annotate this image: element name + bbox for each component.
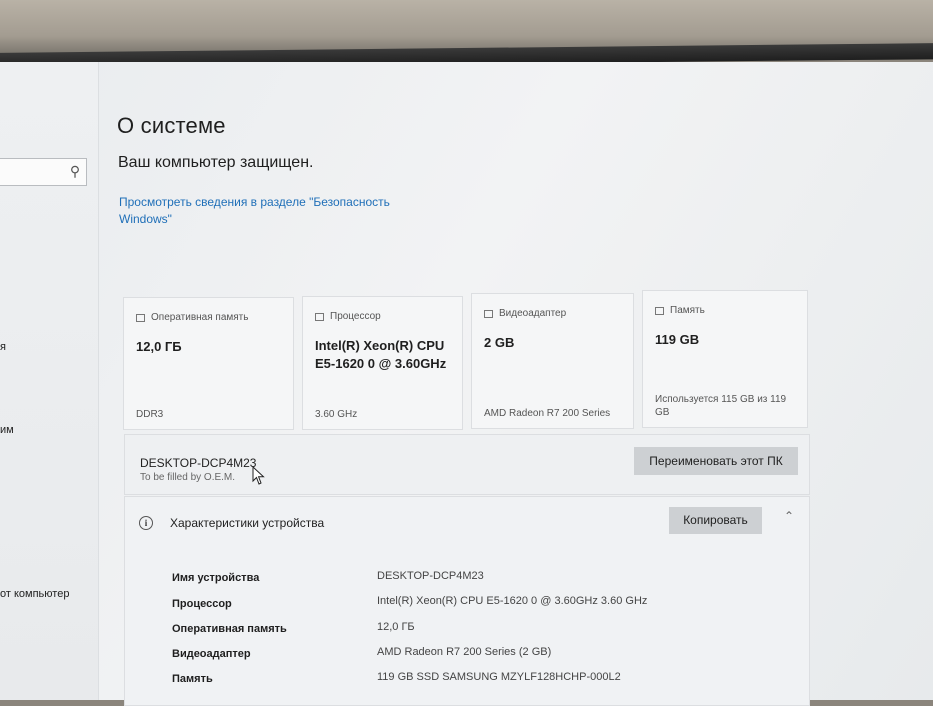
gpu-card-foot: AMD Radeon R7 200 Series xyxy=(484,408,611,419)
cpu-card-value: Intel(R) Xeon(R) CPU E5-1620 0 @ 3.60GHz xyxy=(315,338,447,371)
storage-icon xyxy=(655,306,664,315)
security-link[interactable]: Просмотреть сведения в разделе "Безопасн… xyxy=(119,194,419,228)
info-icon: i xyxy=(139,516,153,530)
spec-label: Процессор xyxy=(172,598,232,610)
gpu-card-heading: Видеоадаптер xyxy=(499,308,567,319)
spec-label: Оперативная память xyxy=(172,623,287,635)
ram-card: Оперативная память 12,0 ГБ DDR3 xyxy=(123,297,294,430)
cpu-icon xyxy=(315,312,324,321)
ram-card-header: Оперативная память xyxy=(136,312,248,323)
sidebar-item-about[interactable]: от компьютер xyxy=(0,588,69,600)
storage-card-header: Память xyxy=(655,305,705,316)
ram-card-foot: DDR3 xyxy=(136,409,164,420)
gpu-card-value: 2 GB xyxy=(484,335,515,350)
spec-label: Память xyxy=(172,673,213,685)
copy-button[interactable]: Копировать xyxy=(669,507,762,534)
spec-value: AMD Radeon R7 200 Series (2 GB) xyxy=(377,646,552,658)
sidebar-item[interactable]: я xyxy=(0,341,6,353)
oem-text: To be filled by O.E.M. xyxy=(140,472,236,483)
storage-card-foot: Используется 115 GB из 119 GB xyxy=(655,394,787,418)
sidebar-item[interactable]: им xyxy=(0,424,14,436)
cpu-card: Процессор Intel(R) Xeon(R) CPU E5-1620 0… xyxy=(302,296,463,430)
chevron-up-icon[interactable]: ⌃ xyxy=(782,509,796,523)
storage-card: Память 119 GB Используется 115 GB из 119… xyxy=(642,290,808,428)
search-icon[interactable]: ⚲ xyxy=(66,162,84,180)
gpu-card: Видеоадаптер 2 GB AMD Radeon R7 200 Seri… xyxy=(471,293,634,429)
mouse-cursor-icon xyxy=(252,466,265,485)
display-icon xyxy=(484,309,493,318)
pc-name: DESKTOP-DCP4M23 xyxy=(140,456,257,470)
ram-card-value: 12,0 ГБ xyxy=(136,339,182,354)
spec-value: 12,0 ГБ xyxy=(377,621,415,633)
spec-value: DESKTOP-DCP4M23 xyxy=(377,570,484,582)
device-specs-title: Характеристики устройства xyxy=(170,516,325,530)
spec-label: Видеоадаптер xyxy=(172,648,251,660)
cpu-card-heading: Процессор xyxy=(330,311,381,322)
spec-label: Имя устройства xyxy=(172,572,260,584)
spec-value: 119 GB SSD SAMSUNG MZYLF128HCHP-000L2 xyxy=(377,671,621,683)
protection-status: Ваш компьютер защищен. xyxy=(118,154,314,171)
spec-value: Intel(R) Xeon(R) CPU E5-1620 0 @ 3.60GHz… xyxy=(377,595,648,607)
cpu-card-header: Процессор xyxy=(315,311,381,322)
page-title: О системе xyxy=(117,113,226,138)
storage-card-value: 119 GB xyxy=(655,332,700,347)
storage-card-heading: Память xyxy=(670,305,705,316)
cpu-card-foot: 3.60 GHz xyxy=(315,409,358,420)
gpu-card-header: Видеоадаптер xyxy=(484,308,566,319)
ram-card-heading: Оперативная память xyxy=(151,312,249,323)
memory-icon xyxy=(136,313,145,322)
rename-pc-button[interactable]: Переименовать этот ПК xyxy=(634,447,798,475)
